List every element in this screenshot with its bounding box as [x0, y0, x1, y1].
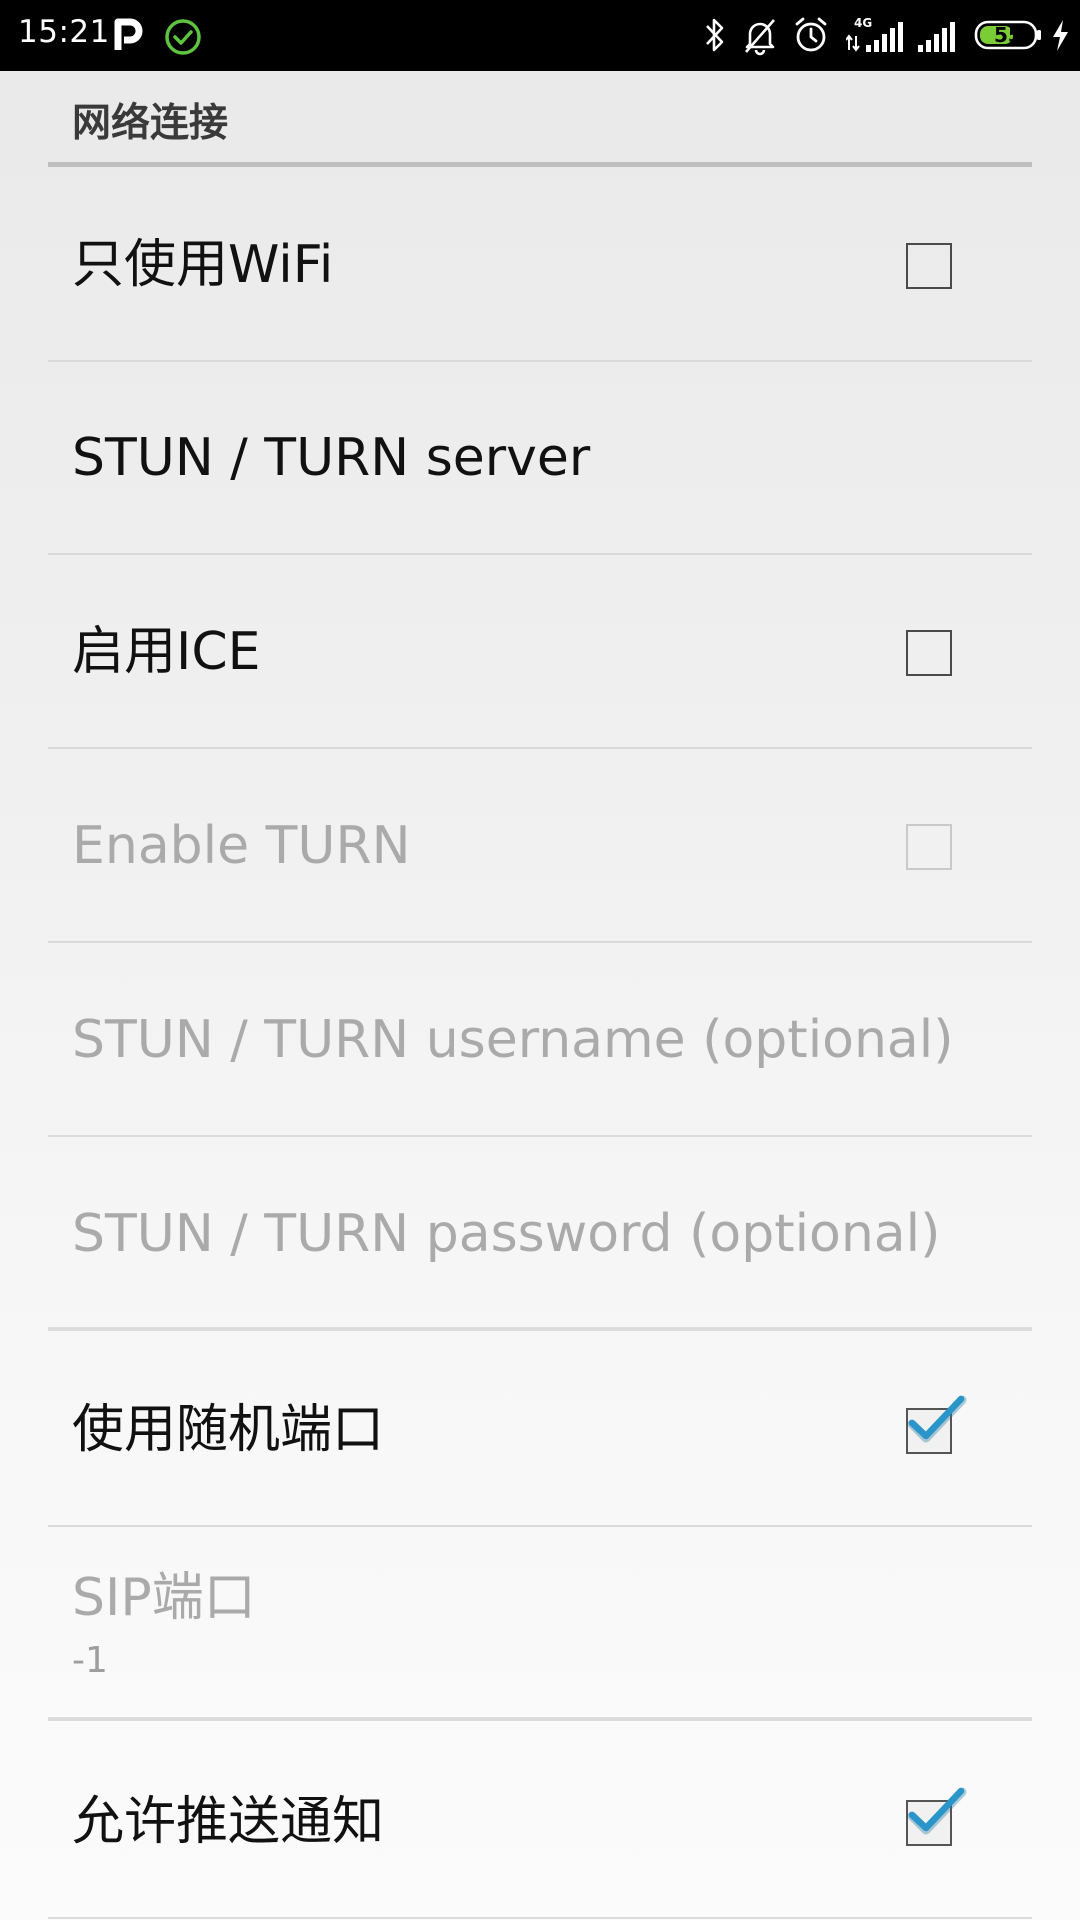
pref-title: STUN / TURN server [72, 428, 591, 488]
bluetooth-icon [706, 18, 724, 52]
check-circle-icon [165, 19, 201, 55]
pref-stun-turn-password: STUN / TURN password (optional) [48, 1138, 1032, 1331]
notifications-muted-icon [745, 19, 775, 56]
pref-title: 使用随机端口 [72, 1400, 385, 1460]
signal-4g-icon: 4G [846, 16, 903, 52]
pref-push-notifications[interactable]: 允许推送通知 [48, 1726, 1032, 1919]
pref-stun-turn-server[interactable]: STUN / TURN server [48, 362, 1032, 555]
pref-title: 启用ICE [72, 622, 261, 682]
status-bar: 15:21 4G 55 [0, 0, 1080, 71]
pref-title: STUN / TURN password (optional) [72, 1204, 941, 1264]
section-title: 网络连接 [72, 101, 229, 146]
pref-title: 只使用WiFi [72, 235, 334, 295]
alarm-icon [795, 17, 827, 52]
random-port-checkbox[interactable] [906, 1395, 967, 1454]
wifi-only-checkbox[interactable] [906, 243, 952, 289]
section-divider [48, 162, 1032, 167]
pref-sip-port: SIP端口 -1 [48, 1528, 1032, 1721]
checkmark-icon [907, 1787, 967, 1835]
pref-summary: -1 [72, 1640, 108, 1681]
pref-enable-ice[interactable]: 启用ICE [48, 556, 1032, 749]
enable-ice-checkbox[interactable] [906, 630, 952, 676]
push-notifications-checkbox[interactable] [906, 1787, 967, 1846]
signal-icon [918, 22, 955, 52]
svg-text:4G: 4G [854, 16, 872, 30]
pref-wifi-only[interactable]: 只使用WiFi [48, 169, 1032, 362]
pref-title: 允许推送通知 [72, 1792, 385, 1852]
pref-enable-turn: Enable TURN [48, 750, 1032, 943]
charging-icon [1053, 20, 1068, 51]
pref-random-port[interactable]: 使用随机端口 [48, 1334, 1032, 1527]
battery-icon: 55 [974, 20, 1041, 50]
checkmark-icon [907, 1395, 967, 1443]
status-time: 15:21 [18, 14, 110, 50]
p-app-icon [114, 18, 143, 50]
pref-title: STUN / TURN username (optional) [72, 1010, 954, 1070]
pref-stun-turn-username: STUN / TURN username (optional) [48, 944, 1032, 1137]
enable-turn-checkbox [906, 824, 952, 870]
pref-title: SIP端口 [72, 1568, 256, 1628]
battery-level: 55 [994, 23, 1022, 47]
pref-title: Enable TURN [72, 816, 411, 876]
